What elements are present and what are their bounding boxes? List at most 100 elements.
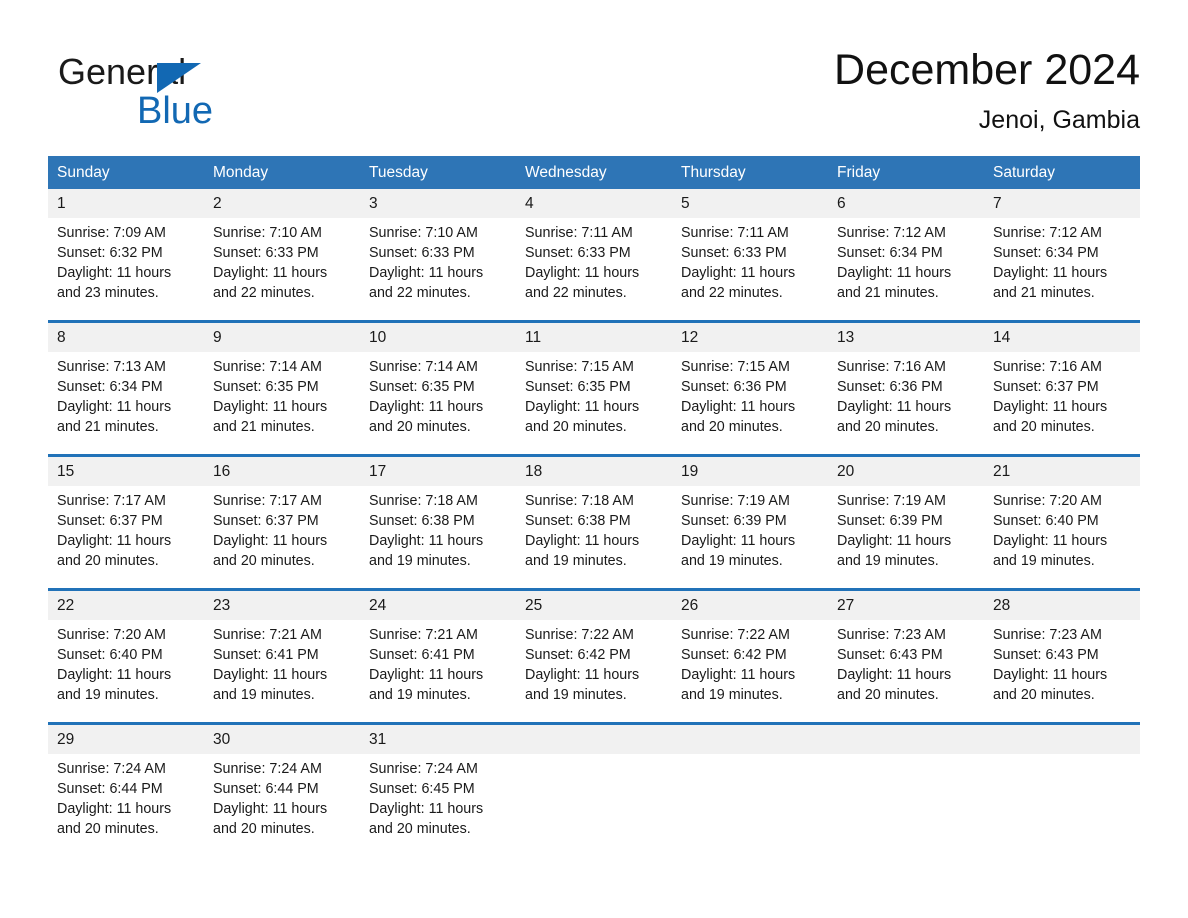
calendar-day-cell[interactable]: 28 Sunrise: 7:23 AM Sunset: 6:43 PM Dayligh… [984, 591, 1140, 713]
calendar-day-cell[interactable]: 30 Sunrise: 7:24 AM Sunset: 6:44 PM Dayligh… [204, 725, 360, 847]
sunset-text: Sunset: 6:34 PM [837, 245, 943, 261]
calendar-day-cell[interactable]: 9 Sunrise: 7:14 AM Sunset: 6:35 PM Daylight… [204, 323, 360, 445]
daylight-text: Daylight: 11 hours and 20 minutes. [525, 399, 640, 435]
sunrise-text: Sunrise: 7:23 AM [993, 627, 1102, 643]
calendar-day-cell[interactable]: 4 Sunrise: 7:11 AM Sunset: 6:33 PM Daylight… [516, 189, 672, 311]
day-info: Sunrise: 7:23 AM Sunset: 6:43 PM Daylight:… [984, 620, 1140, 705]
sunset-text: Sunset: 6:35 PM [213, 379, 319, 395]
calendar-day-cell[interactable]: 14 Sunrise: 7:16 AM Sunset: 6:37 PM Dayligh… [984, 323, 1140, 445]
calendar-day-cell[interactable]: 16 Sunrise: 7:17 AM Sunset: 6:37 PM Dayligh… [204, 457, 360, 579]
day-number [828, 725, 984, 754]
day-number [984, 725, 1140, 754]
sunset-text: Sunset: 6:33 PM [525, 245, 631, 261]
day-number: 28 [984, 591, 1140, 620]
daylight-text: Daylight: 11 hours and 20 minutes. [837, 667, 952, 703]
calendar-week-row: 22 Sunrise: 7:20 AM Sunset: 6:40 PM Dayligh… [48, 588, 1140, 713]
calendar-week-row: 29 Sunrise: 7:24 AM Sunset: 6:44 PM Dayligh… [48, 722, 1140, 847]
calendar-day-cell-empty [516, 725, 672, 847]
calendar-day-cell[interactable]: 2 Sunrise: 7:10 AM Sunset: 6:33 PM Daylight… [204, 189, 360, 311]
calendar-day-cell[interactable]: 1 Sunrise: 7:09 AM Sunset: 6:32 PM Daylight… [48, 189, 204, 311]
logo-triangle-icon [157, 63, 201, 93]
calendar-week-row: 15 Sunrise: 7:17 AM Sunset: 6:37 PM Dayligh… [48, 454, 1140, 579]
daylight-text: Daylight: 11 hours and 20 minutes. [837, 399, 952, 435]
weekday-header-friday: Friday [837, 164, 881, 181]
day-number: 16 [204, 457, 360, 486]
sunrise-text: Sunrise: 7:16 AM [993, 359, 1102, 375]
calendar-day-cell[interactable]: 10 Sunrise: 7:14 AM Sunset: 6:35 PM Dayligh… [360, 323, 516, 445]
calendar-day-cell[interactable]: 23 Sunrise: 7:21 AM Sunset: 6:41 PM Dayligh… [204, 591, 360, 713]
calendar-day-cell[interactable]: 31 Sunrise: 7:24 AM Sunset: 6:45 PM Dayligh… [360, 725, 516, 847]
day-number: 3 [360, 189, 516, 218]
calendar-day-cell[interactable]: 26 Sunrise: 7:22 AM Sunset: 6:42 PM Dayligh… [672, 591, 828, 713]
weekday-header-saturday: Saturday [993, 164, 1056, 181]
calendar-day-cell[interactable]: 6 Sunrise: 7:12 AM Sunset: 6:34 PM Daylight… [828, 189, 984, 311]
calendar-day-cell[interactable]: 11 Sunrise: 7:15 AM Sunset: 6:35 PM Dayligh… [516, 323, 672, 445]
calendar-day-cell[interactable]: 20 Sunrise: 7:19 AM Sunset: 6:39 PM Dayligh… [828, 457, 984, 579]
calendar-page: General Blue December 2024 Jenoi, Gambia… [0, 0, 1188, 918]
calendar-day-cell[interactable]: 12 Sunrise: 7:15 AM Sunset: 6:36 PM Dayligh… [672, 323, 828, 445]
day-info: Sunrise: 7:21 AM Sunset: 6:41 PM Daylight:… [204, 620, 360, 705]
day-number [516, 725, 672, 754]
sunrise-text: Sunrise: 7:21 AM [213, 627, 322, 643]
calendar-day-cell[interactable]: 3 Sunrise: 7:10 AM Sunset: 6:33 PM Daylight… [360, 189, 516, 311]
calendar-day-cell[interactable]: 15 Sunrise: 7:17 AM Sunset: 6:37 PM Dayligh… [48, 457, 204, 579]
sunset-text: Sunset: 6:37 PM [213, 513, 319, 529]
calendar-day-cell[interactable]: 25 Sunrise: 7:22 AM Sunset: 6:42 PM Dayligh… [516, 591, 672, 713]
day-number: 1 [48, 189, 204, 218]
sunrise-text: Sunrise: 7:20 AM [57, 627, 166, 643]
calendar-day-cell[interactable]: 8 Sunrise: 7:13 AM Sunset: 6:34 PM Daylight… [48, 323, 204, 445]
calendar-day-cell[interactable]: 22 Sunrise: 7:20 AM Sunset: 6:40 PM Dayligh… [48, 591, 204, 713]
sunrise-text: Sunrise: 7:20 AM [993, 493, 1102, 509]
sunrise-text: Sunrise: 7:19 AM [681, 493, 790, 509]
day-number: 23 [204, 591, 360, 620]
sunrise-text: Sunrise: 7:15 AM [525, 359, 634, 375]
calendar-day-cell[interactable]: 24 Sunrise: 7:21 AM Sunset: 6:41 PM Dayligh… [360, 591, 516, 713]
daylight-text: Daylight: 11 hours and 19 minutes. [525, 667, 640, 703]
calendar-day-cell[interactable]: 17 Sunrise: 7:18 AM Sunset: 6:38 PM Dayligh… [360, 457, 516, 579]
calendar-day-cell-empty [984, 725, 1140, 847]
day-info: Sunrise: 7:20 AM Sunset: 6:40 PM Daylight:… [48, 620, 204, 705]
weekday-header-thursday: Thursday [681, 164, 746, 181]
calendar-day-cell[interactable]: 27 Sunrise: 7:23 AM Sunset: 6:43 PM Dayligh… [828, 591, 984, 713]
weekday-header-wednesday: Wednesday [525, 164, 607, 181]
day-info: Sunrise: 7:14 AM Sunset: 6:35 PM Daylight:… [204, 352, 360, 437]
day-info: Sunrise: 7:22 AM Sunset: 6:42 PM Daylight:… [672, 620, 828, 705]
daylight-text: Daylight: 11 hours and 20 minutes. [213, 533, 328, 569]
day-info: Sunrise: 7:15 AM Sunset: 6:36 PM Daylight:… [672, 352, 828, 437]
sunset-text: Sunset: 6:41 PM [213, 647, 319, 663]
daylight-text: Daylight: 11 hours and 19 minutes. [681, 667, 796, 703]
day-number: 22 [48, 591, 204, 620]
weekday-header-tuesday: Tuesday [369, 164, 428, 181]
sunset-text: Sunset: 6:39 PM [837, 513, 943, 529]
sunset-text: Sunset: 6:42 PM [681, 647, 787, 663]
sunrise-text: Sunrise: 7:17 AM [213, 493, 322, 509]
day-number: 31 [360, 725, 516, 754]
sunrise-text: Sunrise: 7:17 AM [57, 493, 166, 509]
sunset-text: Sunset: 6:32 PM [57, 245, 163, 261]
day-info: Sunrise: 7:10 AM Sunset: 6:33 PM Daylight:… [204, 218, 360, 303]
logo-text-blue: Blue [137, 90, 214, 132]
calendar-day-cell[interactable]: 19 Sunrise: 7:19 AM Sunset: 6:39 PM Dayligh… [672, 457, 828, 579]
sunrise-text: Sunrise: 7:22 AM [525, 627, 634, 643]
daylight-text: Daylight: 11 hours and 19 minutes. [993, 533, 1108, 569]
sunrise-text: Sunrise: 7:24 AM [369, 761, 478, 777]
day-info: Sunrise: 7:19 AM Sunset: 6:39 PM Daylight:… [828, 486, 984, 571]
calendar-day-cell[interactable]: 5 Sunrise: 7:11 AM Sunset: 6:33 PM Daylight… [672, 189, 828, 311]
calendar-day-cell[interactable]: 29 Sunrise: 7:24 AM Sunset: 6:44 PM Dayligh… [48, 725, 204, 847]
daylight-text: Daylight: 11 hours and 20 minutes. [369, 399, 484, 435]
calendar-day-cell[interactable]: 13 Sunrise: 7:16 AM Sunset: 6:36 PM Dayligh… [828, 323, 984, 445]
location-subtitle: Jenoi, Gambia [978, 106, 1140, 134]
sunset-text: Sunset: 6:43 PM [837, 647, 943, 663]
calendar-day-cell[interactable]: 7 Sunrise: 7:12 AM Sunset: 6:34 PM Daylight… [984, 189, 1140, 311]
calendar-day-cell[interactable]: 18 Sunrise: 7:18 AM Sunset: 6:38 PM Dayligh… [516, 457, 672, 579]
sunset-text: Sunset: 6:33 PM [213, 245, 319, 261]
day-info: Sunrise: 7:09 AM Sunset: 6:32 PM Daylight:… [48, 218, 204, 303]
sunset-text: Sunset: 6:40 PM [57, 647, 163, 663]
day-number: 30 [204, 725, 360, 754]
sunset-text: Sunset: 6:37 PM [993, 379, 1099, 395]
day-number: 8 [48, 323, 204, 352]
sunrise-text: Sunrise: 7:11 AM [525, 225, 633, 241]
calendar-day-cell[interactable]: 21 Sunrise: 7:20 AM Sunset: 6:40 PM Dayligh… [984, 457, 1140, 579]
day-info: Sunrise: 7:22 AM Sunset: 6:42 PM Daylight:… [516, 620, 672, 705]
daylight-text: Daylight: 11 hours and 22 minutes. [681, 265, 796, 301]
